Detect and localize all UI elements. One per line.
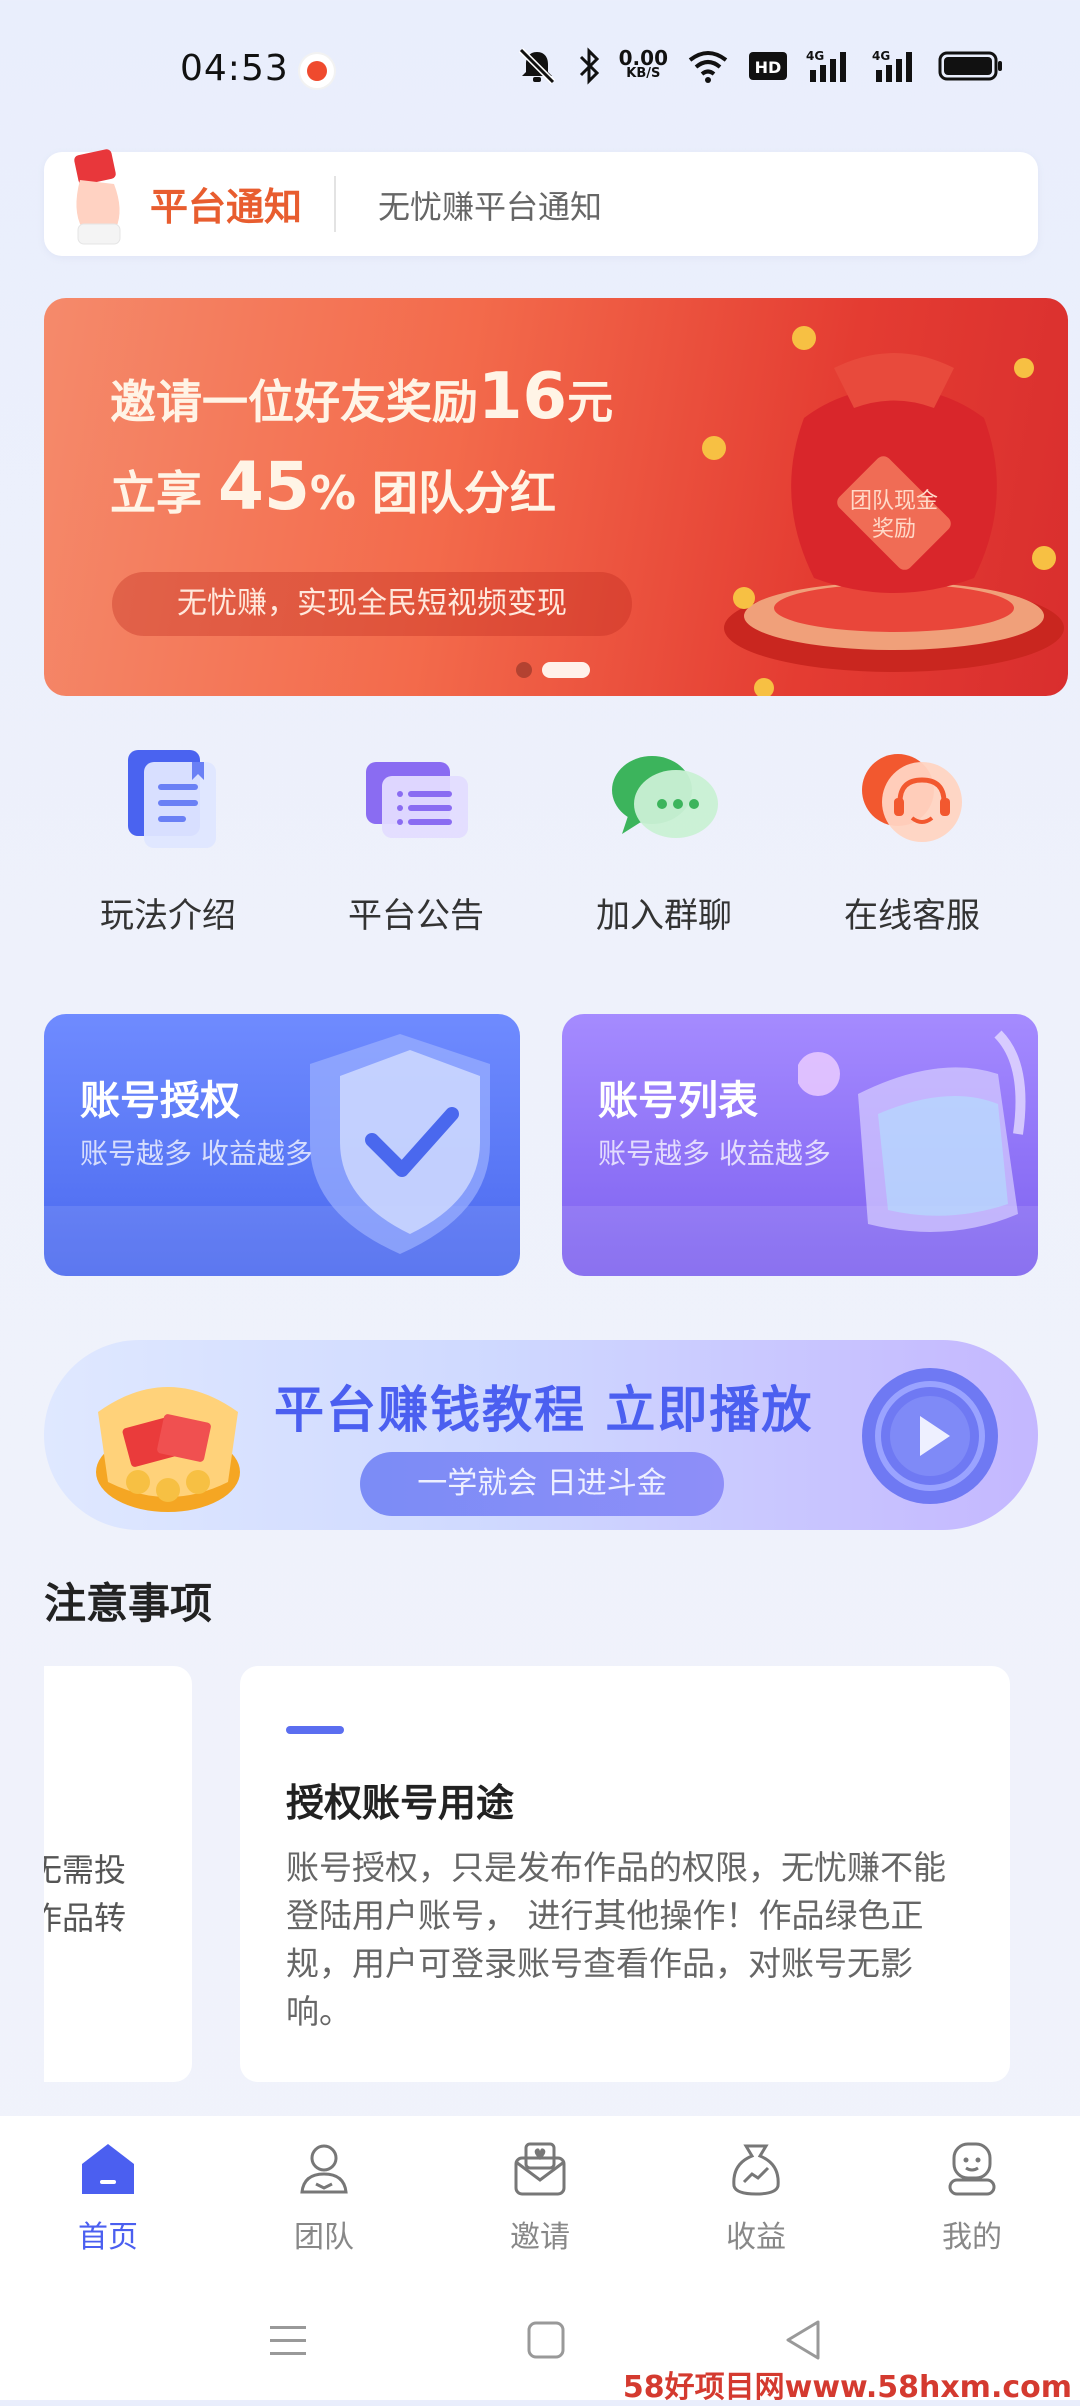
notice-title: 平台通知 <box>150 185 303 229</box>
bag-label-2: 奖励 <box>872 517 916 542</box>
account-card-subtitle: 账号越多 收益越多 <box>80 1137 313 1170</box>
tab-income[interactable]: 收益 <box>648 2116 864 2274</box>
notice-bar[interactable]: 平台通知 无忧赚平台通知 <box>44 149 1038 256</box>
banner-pagination[interactable] <box>516 662 590 678</box>
bottom-tab-bar: 首页 团队 邀请 收益 我的 <box>0 2116 1080 2274</box>
profile-icon <box>948 2142 996 2196</box>
quick-action-announcement[interactable]: 平台公告 <box>296 740 536 940</box>
shield-check-icon <box>310 1034 490 1254</box>
hand-envelope-icon <box>74 149 121 245</box>
notice-divider <box>334 176 336 232</box>
account-card-title: 账号列表 <box>598 1078 758 1124</box>
guide-doc-icon <box>128 750 216 848</box>
tab-invite[interactable]: 邀请 <box>432 2116 648 2274</box>
mute-icon <box>518 47 555 85</box>
status-icons: 0.00 KB/S HD 4G 4G <box>515 46 1004 86</box>
tab-home[interactable]: 首页 <box>0 2116 216 2274</box>
banner-line2-suffix: 团队分红 <box>371 466 556 520</box>
banner-subheadline: 立享 45% 团队分红 <box>110 448 556 525</box>
signal-label: 4G <box>872 49 890 63</box>
group-chat-icon <box>612 756 718 838</box>
quick-action-group-chat[interactable]: 加入群聊 <box>544 740 784 940</box>
home-icon <box>82 2144 134 2194</box>
tab-profile[interactable]: 我的 <box>864 2116 1080 2274</box>
banner-dot-active[interactable] <box>542 662 590 678</box>
banner-line2-prefix: 立享 <box>110 466 202 520</box>
note-accent-bar <box>286 1726 344 1734</box>
banner-percent-sign: % <box>309 466 356 520</box>
note-body: 账号授权，只是发布作品的权限，无忧赚不能登陆用户账号， 进行其他操作！作品绿色正… <box>286 1848 946 2031</box>
partial-line: 作品转 <box>44 1899 127 1937</box>
income-icon <box>732 2144 780 2196</box>
net-speed: 0.00 KB/S <box>618 46 668 82</box>
note-card[interactable]: 授权账号用途 账号授权，只是发布作品的权限，无忧赚不能登陆用户账号， 进行其他操… <box>240 1666 1010 2082</box>
wifi-icon <box>688 51 728 83</box>
invite-banner[interactable]: 邀请一位好友奖励16元 立享 45% 团队分红 无忧赚，实现全民短视频变现 团队… <box>44 298 1068 696</box>
quick-action-customer-service[interactable]: 在线客服 <box>792 740 1032 940</box>
tab-label: 团队 <box>294 2220 354 2255</box>
notice-text: 无忧赚平台通知 <box>378 188 603 226</box>
tab-label: 首页 <box>78 2220 138 2255</box>
announcement-icon <box>366 762 468 838</box>
banner-dot[interactable] <box>516 662 532 678</box>
hd-icon: HD <box>749 52 787 80</box>
app-notification-icon <box>300 54 334 88</box>
team-icon <box>300 2144 348 2194</box>
banner-reward-amount: 16 <box>478 360 568 434</box>
list-scroll-icon <box>798 1030 1026 1232</box>
note-title: 授权账号用途 <box>286 1781 515 1825</box>
money-bag-icon: 团队现金 奖励 <box>702 326 1064 696</box>
quick-action-label: 玩法介绍 <box>100 896 236 936</box>
quick-action-label: 加入群聊 <box>596 896 732 936</box>
bag-label-1: 团队现金 <box>850 489 938 514</box>
back-icon[interactable] <box>774 2310 834 2370</box>
quick-action-guide[interactable]: 玩法介绍 <box>48 740 288 940</box>
customer-service-icon <box>862 754 962 842</box>
banner-percent: 45 <box>218 448 310 525</box>
signal-icon: 4G <box>806 49 846 82</box>
quick-actions: 玩法介绍 平台公告 加入群聊 在线客服 <box>44 740 1038 940</box>
status-bar: 04:53 0.00 KB/S HD 4G 4G <box>0 0 1080 140</box>
note-card-previous[interactable]: 无需投 作品转 <box>44 1666 192 2082</box>
account-card-subtitle: 账号越多 收益越多 <box>598 1137 831 1170</box>
tab-team[interactable]: 团队 <box>216 2116 432 2274</box>
account-list-card[interactable]: 账号列表 账号越多 收益越多 <box>562 1014 1038 1276</box>
tutorial-tagline: 一学就会 日进斗金 <box>360 1452 724 1516</box>
gift-box-icon <box>96 1387 240 1512</box>
partial-line: 无需投 <box>44 1851 127 1889</box>
signal-icon: 4G <box>872 49 912 82</box>
play-icon[interactable] <box>858 1364 1002 1508</box>
tab-label: 邀请 <box>510 2220 570 2255</box>
invite-icon <box>514 2142 566 2196</box>
quick-action-label: 平台公告 <box>348 896 484 936</box>
account-authorize-card[interactable]: 账号授权 账号越多 收益越多 <box>44 1014 520 1276</box>
home-square-icon[interactable] <box>516 2310 576 2370</box>
tutorial-title: 平台赚钱教程 立即播放 <box>274 1381 814 1439</box>
account-card-title: 账号授权 <box>80 1078 240 1124</box>
notes-heading: 注意事项 <box>44 1579 213 1628</box>
banner-tagline: 无忧赚，实现全民短视频变现 <box>112 572 632 636</box>
bluetooth-icon <box>579 47 599 85</box>
battery-icon <box>938 51 1002 81</box>
banner-headline: 邀请一位好友奖励16元 <box>110 360 613 434</box>
watermark: 58好项目网www.58hxm.com <box>622 2370 1072 2405</box>
menu-icon[interactable] <box>258 2310 318 2370</box>
tab-label: 我的 <box>942 2220 1002 2255</box>
status-time: 04:53 <box>180 48 289 89</box>
hd-label: HD <box>755 58 782 77</box>
note-card-partial-text: 无需投 作品转 <box>44 1846 192 1942</box>
signal-label: 4G <box>806 49 824 63</box>
tab-label: 收益 <box>726 2220 786 2255</box>
tutorial-banner[interactable]: 平台赚钱教程 立即播放 一学就会 日进斗金 <box>44 1340 1038 1530</box>
banner-line1-suffix: 元 <box>567 375 614 429</box>
banner-line1-prefix: 邀请一位好友奖励 <box>110 375 478 429</box>
quick-action-label: 在线客服 <box>844 896 980 936</box>
net-speed-value: 0.00 <box>618 46 668 70</box>
